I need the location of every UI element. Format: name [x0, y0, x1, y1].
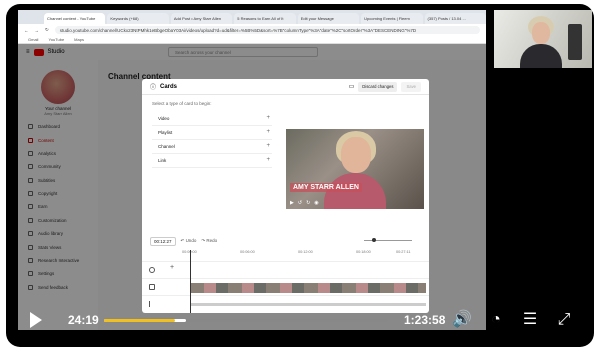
add-icon: + — [266, 143, 270, 149]
card-type-list: Select a type of card to begin: Video + P… — [142, 95, 282, 219]
video-track — [142, 278, 429, 295]
video-preview: AMY STARR ALLEN ▶ ↺ ↻ ◉ — [286, 129, 424, 209]
browser-tab: 5 Reasons to Earn All of It — [234, 13, 296, 24]
card-type-channel: Channel + — [152, 140, 272, 154]
presenter-webcam-overlay — [494, 10, 592, 68]
volume-icon[interactable]: 🔊 — [452, 310, 472, 330]
volume-icon: ◉ — [314, 200, 319, 206]
timeline-ruler: 00:00:00 00:06:00 00:12:00 00:18:00 00:2… — [182, 250, 422, 258]
preview-controls: ▶ ↺ ↻ ◉ — [290, 200, 319, 206]
forward-icon: ↻ — [306, 200, 311, 206]
card-type-playlist: Playlist + — [152, 126, 272, 140]
reload-icon: ↻ — [45, 27, 49, 32]
ruler-tick: 00:12:00 — [298, 250, 313, 254]
video-player-frame: Channel content - YouTube Keywords (+68)… — [6, 4, 594, 347]
browser-tab-strip: Channel content - YouTube Keywords (+68)… — [18, 10, 486, 24]
play-icon[interactable] — [30, 312, 42, 328]
seek-bar-played — [104, 319, 175, 322]
webcam-microphone — [568, 24, 582, 60]
browser-tab: Channel content - YouTube — [44, 13, 106, 24]
webcam-presenter-face — [532, 22, 550, 44]
url-field: studio.youtube.com/channel/UCkx23NtPMhk1… — [54, 26, 480, 34]
add-icon: + — [266, 157, 270, 163]
chapters-icon[interactable]: ☰ — [520, 310, 540, 330]
undo-button: ↶ Undo — [180, 238, 197, 243]
browser-tab: Upcoming Events | Fleem — [361, 13, 423, 24]
player-controls[interactable]: 24:19 1:23:58 🔊 ◔ ☰ ⤢ — [6, 304, 594, 342]
video-filmstrip — [190, 283, 426, 293]
feedback-icon: ▭ — [348, 84, 355, 90]
rewind-icon: ↺ — [297, 200, 303, 206]
address-bar: ← → ↻ studio.youtube.com/channel/UCkx23N… — [18, 24, 486, 36]
presenter-face — [341, 137, 371, 173]
browser-tab: (357) Posts / 13.04 ... — [424, 13, 486, 24]
add-track-icon: + — [170, 264, 175, 271]
cards-modal: ⓘ Cards ▭ Discard changes Save Select a … — [142, 79, 429, 313]
card-type-link: Link + — [152, 154, 272, 168]
bookmarks-bar: Gmail YouTube Maps — [18, 36, 486, 44]
back-arrow-icon: ← — [24, 27, 29, 33]
modal-header: ⓘ Cards ▭ Discard changes Save — [142, 79, 429, 95]
add-icon: + — [266, 115, 270, 121]
playback-speed-icon[interactable]: ◔ — [486, 310, 506, 330]
bookmark-item: Maps — [74, 37, 84, 42]
card-type-video: Video + — [152, 112, 272, 126]
bookmark-item: YouTube — [48, 37, 65, 42]
ruler-tick: 00:06:00 — [240, 250, 255, 254]
forward-arrow-icon: → — [34, 27, 40, 33]
discard-changes-button: Discard changes — [358, 81, 398, 92]
ruler-tick: 00:18:00 — [356, 250, 371, 254]
fullscreen-icon[interactable]: ⤢ — [554, 310, 574, 330]
browser-tab: Add Post • Amy Starr Allen — [170, 13, 233, 24]
duration: 1:23:58 — [404, 313, 446, 327]
add-icon: + — [266, 129, 270, 135]
redo-button: ↷ Redo — [201, 238, 218, 243]
name-banner: AMY STARR ALLEN — [290, 183, 362, 192]
ruler-tick: 00:27:11 — [396, 250, 411, 254]
current-time: 24:19 — [68, 313, 99, 327]
save-button: Save — [401, 81, 421, 92]
play-icon: ▶ — [290, 200, 294, 206]
video-track-icon — [149, 284, 155, 290]
timeline-toolbar: 00:12:27 ↶ Undo ↷ Redo — [142, 235, 429, 247]
card-type-prompt: Select a type of card to begin: — [152, 101, 212, 106]
browser-tab: Keywords (+68) — [107, 13, 169, 24]
timecode-display: 00:12:27 — [150, 236, 176, 246]
seek-bar[interactable] — [104, 319, 388, 322]
zoom-slider-knob — [372, 238, 376, 242]
bookmark-item: Gmail — [28, 37, 39, 42]
webcam-presenter-body — [520, 44, 562, 68]
browser-tab: Edit your Message — [297, 13, 360, 24]
modal-title: Cards — [160, 83, 178, 90]
info-icon: ⓘ — [150, 85, 157, 91]
cards-track: + — [142, 261, 429, 278]
cards-track-icon — [149, 267, 155, 273]
